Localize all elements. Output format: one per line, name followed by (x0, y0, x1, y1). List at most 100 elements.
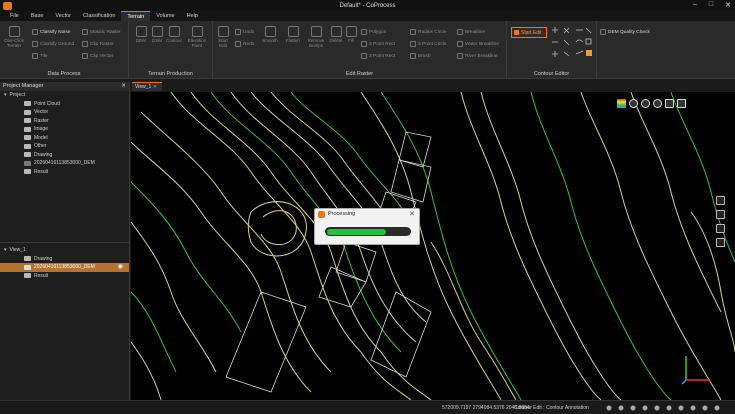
remove-bumps-button[interactable]: Remove Bumps (305, 26, 327, 48)
tree-item[interactable]: Raster (0, 117, 129, 126)
dsm-button[interactable]: DSM (149, 26, 165, 43)
layers-icon[interactable] (629, 99, 638, 108)
tile-button[interactable]: Tile (32, 53, 48, 59)
river-breakline-button[interactable]: River Breakline (457, 53, 498, 59)
tree-item[interactable]: Image (0, 125, 129, 134)
fullscreen-icon[interactable] (677, 99, 686, 108)
remove-bumps-label: Remove Bumps (307, 38, 325, 48)
rect-icon (361, 41, 367, 47)
delete-button[interactable]: Delete (329, 26, 343, 43)
three-point-rect-button[interactable]: 3 Point Rect (361, 53, 395, 59)
menu-classification[interactable]: Classification (77, 11, 121, 21)
elevation-point-button[interactable]: Elevation Point (185, 26, 209, 48)
ground-icon (32, 41, 38, 47)
dialog-close-icon[interactable]: ✕ (409, 210, 415, 218)
folder-icon (24, 118, 31, 124)
one-click-terrain-button[interactable]: One-Click Terrain (3, 26, 25, 48)
tree-item[interactable]: Vector (0, 108, 129, 117)
three-point-circle-label: 3 Point Circle (418, 41, 447, 47)
water-breakline-button[interactable]: Water Breakline (457, 41, 499, 47)
project-root[interactable]: ▾ Project (0, 91, 129, 100)
polygon-button[interactable]: Polygon (361, 29, 386, 35)
sphere-icon[interactable] (641, 99, 650, 108)
pan-icon[interactable] (716, 238, 725, 247)
menu-vector[interactable]: Vector (49, 11, 77, 21)
three-point-circle-button[interactable]: 3 Point Circle (410, 41, 447, 47)
gear-icon[interactable] (653, 99, 662, 108)
processing-dialog: Processing ✕ (314, 208, 420, 245)
tree-item[interactable]: Point Cloud (0, 100, 129, 109)
status-icons[interactable] (605, 404, 727, 412)
menu-base[interactable]: Base (25, 11, 50, 21)
redo-button[interactable]: Redo (235, 41, 254, 47)
dem-button[interactable]: DEM (133, 26, 149, 43)
cube-icon[interactable] (716, 210, 725, 219)
tab-view-label: View_1 (135, 84, 152, 90)
menu-terrain[interactable]: Terrain (121, 11, 151, 21)
minimize-icon[interactable]: – (693, 1, 697, 9)
contour-tools-icons[interactable] (550, 26, 594, 66)
brush-button[interactable]: Brush (410, 53, 431, 59)
raster-start-edit-label: Start Edit (218, 38, 228, 48)
breakline-button[interactable]: Breakline (457, 29, 485, 35)
terrain-production-label: Terrain Production (148, 71, 193, 77)
maximize-icon[interactable]: □ (709, 1, 713, 9)
tree-item-label: Point Cloud (34, 100, 60, 107)
folder-icon (24, 143, 31, 149)
expand-icon[interactable] (665, 99, 674, 108)
tree-item[interactable]: Result (0, 168, 129, 177)
group-edit-raster: Start Edit Undo Redo Smooth Flatten Remo… (213, 21, 507, 79)
clip-raster-button[interactable]: Clip Raster (82, 41, 114, 47)
expand-icon[interactable]: ▾ (4, 246, 7, 255)
classify-noise-button[interactable]: Classify Noise (32, 29, 70, 35)
smooth-icon (264, 26, 276, 37)
tree-item[interactable]: Model (0, 134, 129, 143)
folder-icon (24, 109, 31, 115)
contour-button[interactable]: Contour (165, 26, 183, 43)
group-data-process: One-Click Terrain Classify Noise Classif… (0, 21, 129, 79)
classify-ground-button[interactable]: Classify Ground (32, 41, 74, 47)
map-canvas[interactable] (131, 92, 735, 400)
zoom-extent-icon[interactable] (716, 224, 725, 233)
pencil-icon (514, 30, 519, 35)
view-item[interactable]: Drawing (0, 255, 129, 264)
folder-icon (24, 152, 31, 158)
brush-label: Brush (418, 53, 431, 59)
tab-close-icon[interactable]: ✕ (153, 84, 157, 90)
smooth-button[interactable]: Smooth (259, 26, 281, 43)
radius-circle-button[interactable]: Radius Circle (410, 29, 447, 35)
polygon-icon (361, 29, 367, 35)
elevation-point-icon (191, 26, 203, 37)
raster-start-edit-button[interactable]: Start Edit (215, 26, 231, 48)
view-3d-icon[interactable] (716, 196, 725, 205)
view-item-selected[interactable]: 20260416113853000_DEM ◉ (0, 263, 129, 272)
tree-item[interactable]: Drawing (0, 151, 129, 160)
two-point-rect-button[interactable]: 2 Point Rect (361, 41, 395, 47)
expand-icon[interactable]: ▾ (4, 91, 7, 100)
menu-volume[interactable]: Volume (150, 11, 180, 21)
eye-icon[interactable]: ◉ (118, 263, 123, 272)
close-icon[interactable]: ✕ (725, 1, 731, 9)
logo-icon (318, 210, 325, 218)
contour-start-edit-button[interactable]: Start Edit (511, 27, 547, 38)
menu-file[interactable]: File (4, 11, 25, 21)
menu-help[interactable]: Help (181, 11, 204, 21)
classify-noise-label: Classify Noise (40, 29, 71, 35)
flatten-button[interactable]: Flatten (283, 26, 303, 43)
tree-item-label: Drawing (34, 151, 53, 158)
project-manager-title: Project Manager (3, 83, 44, 89)
fill-button[interactable]: Fill (345, 26, 357, 43)
view-toolbar (617, 99, 686, 108)
mosaic-raster-button[interactable]: Mosaic Raster (82, 29, 121, 35)
tab-view-1[interactable]: View_1 ✕ (132, 82, 162, 91)
polygon-label: Polygon (369, 29, 387, 35)
dem-quality-check-button[interactable]: DEM Quality Check (600, 29, 650, 35)
view-root[interactable]: ▾ View_1 (0, 246, 129, 255)
clip-vector-button[interactable]: Clip Vector (82, 53, 113, 59)
view-item[interactable]: Result (0, 272, 129, 281)
colormap-icon[interactable] (617, 99, 626, 108)
tree-item[interactable]: 20260416113853000_DEM (0, 159, 129, 168)
tree-item[interactable]: Other (0, 142, 129, 151)
panel-close-icon[interactable]: ✕ (121, 82, 126, 91)
undo-button[interactable]: Undo (235, 29, 254, 35)
